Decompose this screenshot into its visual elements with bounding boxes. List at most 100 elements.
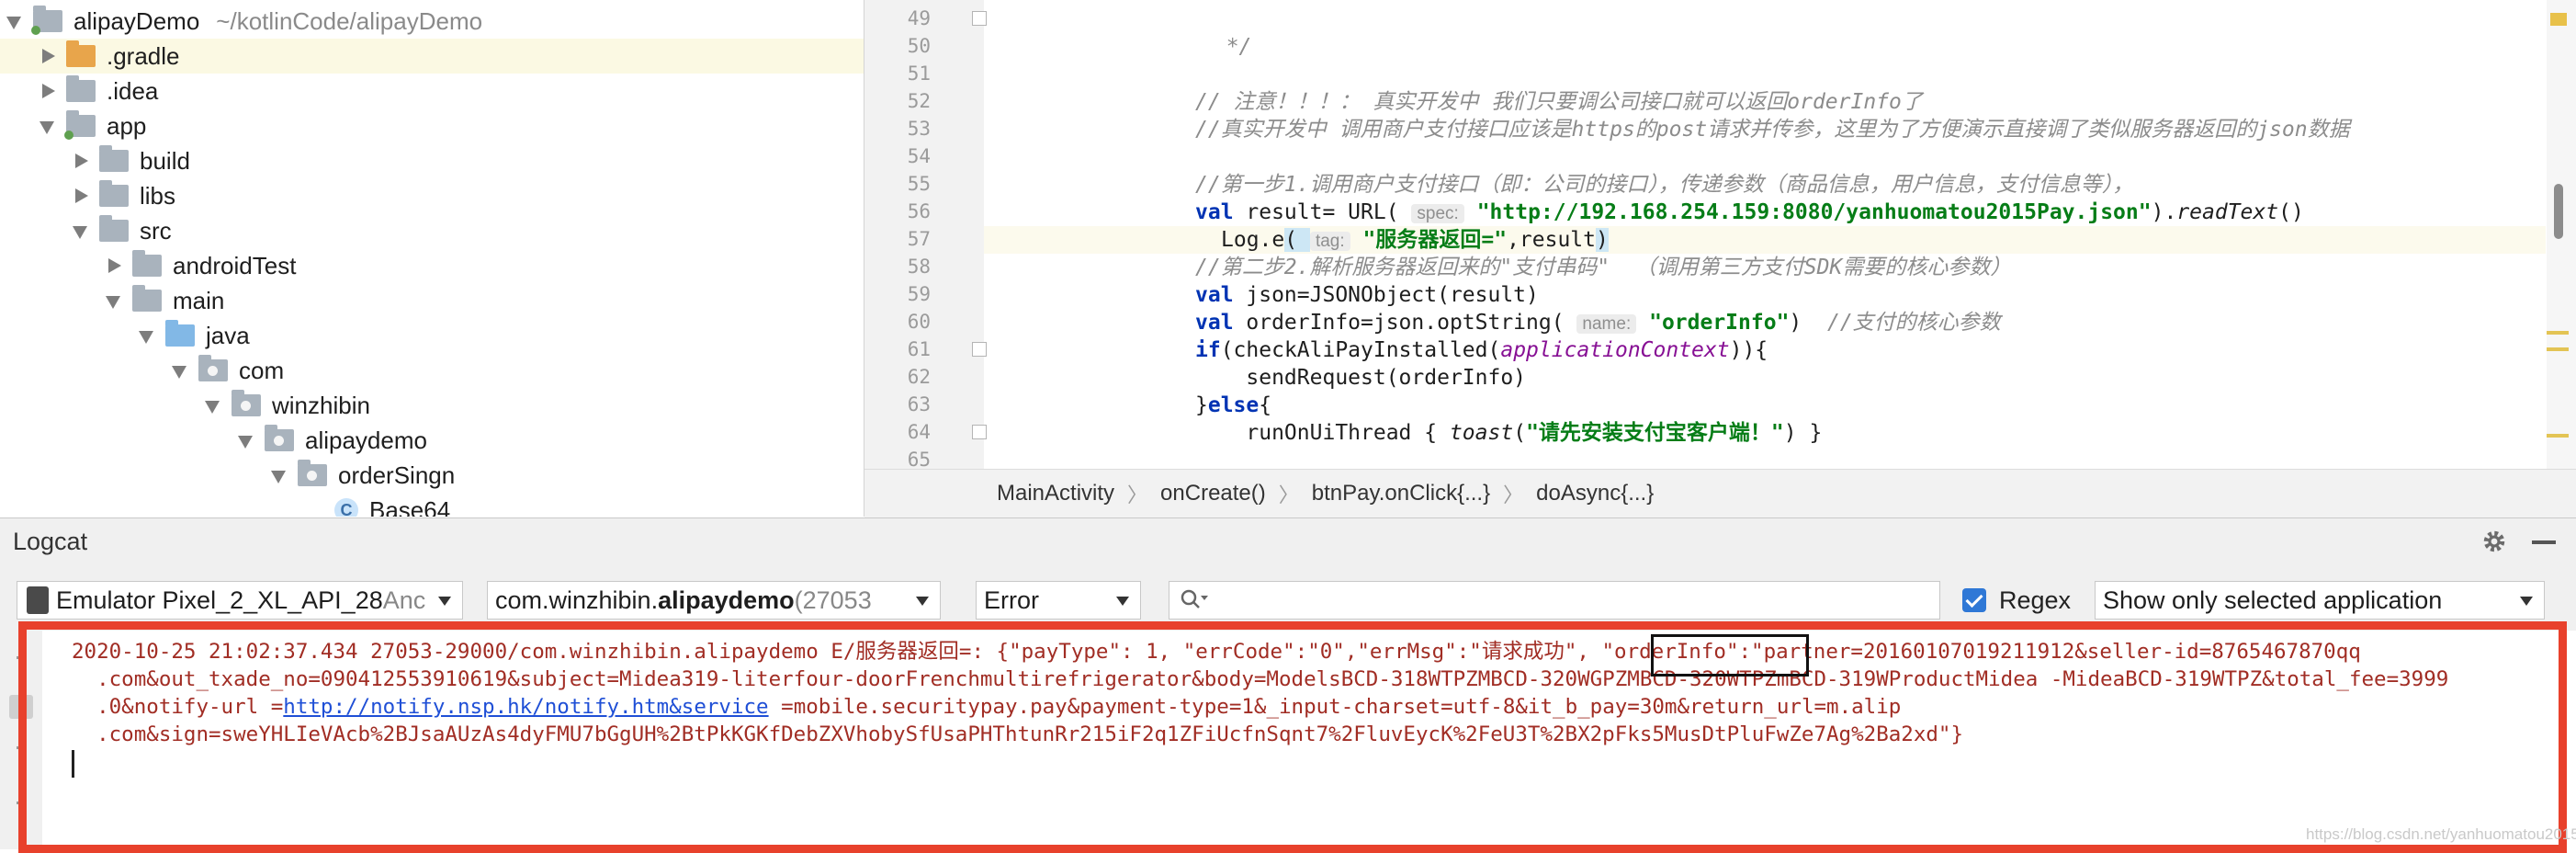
log-level-select[interactable]: Error <box>976 581 1141 620</box>
scroll-mark[interactable] <box>2547 434 2569 438</box>
warning-marker-icon[interactable] <box>2550 13 2567 26</box>
module-folder-icon <box>31 6 62 35</box>
line-number: 60 <box>907 311 931 333</box>
line-number: 50 <box>907 35 931 57</box>
tree-item-idea[interactable]: .idea <box>0 74 864 108</box>
tree-item-label: Base64 <box>369 495 451 517</box>
chevron-down-icon[interactable] <box>138 326 156 345</box>
code-line-55: //第一步1.调用商户支付接口（即：公司的接口），传递参数（商品信息，用户信息，… <box>1195 173 2134 197</box>
chevron-down-icon[interactable] <box>105 291 123 310</box>
tree-item-com[interactable]: com <box>0 353 864 388</box>
tree-item-ordersingn[interactable]: orderSingn <box>0 458 864 493</box>
tree-item-label: .gradle <box>107 41 180 70</box>
code-line-58: //第二步2.解析服务器返回来的"支付串码" （调用第三方支付SDK需要的核心参… <box>1195 256 2012 279</box>
tree-item-alipaydemo[interactable]: alipaydemo <box>0 423 864 458</box>
kotlin-class-icon: C <box>334 498 358 517</box>
tree-item-src[interactable]: src <box>0 213 864 248</box>
chevron-down-icon[interactable] <box>237 431 255 449</box>
project-tree: alipayDemo ~/kotlinCode/alipayDemo .grad… <box>0 0 864 517</box>
chevron-down-icon[interactable] <box>39 117 57 135</box>
tree-item-label: winzhibin <box>272 391 370 419</box>
chevron-down-icon <box>916 597 929 606</box>
search-icon[interactable] <box>1179 587 1210 613</box>
breadcrumb-separator-icon: 〉 <box>1127 483 1148 506</box>
scroll-thumb[interactable] <box>2554 184 2563 239</box>
chevron-right-icon[interactable] <box>72 187 90 205</box>
tree-item-app[interactable]: app <box>0 108 864 143</box>
line-number: 53 <box>907 118 931 140</box>
line-number: 51 <box>907 63 931 85</box>
line-number: 57 <box>907 228 931 250</box>
line-number: 65 <box>907 449 931 471</box>
line-number: 63 <box>907 393 931 415</box>
tree-item-label: libs <box>140 181 176 210</box>
logcat-title: Logcat <box>13 528 88 555</box>
tree-item-label: androidTest <box>173 251 297 279</box>
scroll-mark[interactable] <box>2547 347 2569 351</box>
code-line-61: if(checkAliPayInstalled(applicationConte… <box>1195 338 1768 362</box>
tree-item-label: com <box>239 356 285 384</box>
breadcrumb-item[interactable]: MainActivity <box>984 481 1127 506</box>
code-line-62: sendRequest(orderInfo) <box>1195 366 1527 390</box>
search-input[interactable] <box>1169 581 1940 620</box>
code-line-57-current: Log.e( tag: "服务器返回=",result) <box>984 226 2546 254</box>
chevron-right-icon[interactable] <box>39 82 57 100</box>
tree-item-label: .idea <box>107 76 159 105</box>
package-icon <box>232 390 261 416</box>
chevron-down-icon[interactable] <box>72 222 90 240</box>
regex-checkbox[interactable] <box>1962 588 1986 612</box>
breadcrumb-item[interactable]: btnPay.onClick{...} <box>1299 481 1503 506</box>
device-icon <box>27 586 49 614</box>
tree-item-label: java <box>206 321 250 349</box>
line-number: 52 <box>907 90 931 112</box>
tree-item-libs[interactable]: libs <box>0 178 864 213</box>
tree-item-label: alipaydemo <box>305 426 427 454</box>
tree-item-label: main <box>173 286 225 314</box>
package-icon <box>298 460 327 486</box>
line-number: 61 <box>907 338 931 360</box>
line-number: 58 <box>907 256 931 278</box>
line-number: 56 <box>907 200 931 222</box>
tree-item-winzhibin[interactable]: winzhibin <box>0 388 864 423</box>
device-select[interactable]: Emulator Pixel_2_XL_API_28 Anc <box>17 581 463 620</box>
param-hint: spec: <box>1411 204 1464 223</box>
folder-icon <box>132 250 162 277</box>
chevron-down-icon[interactable] <box>171 361 189 380</box>
breadcrumb-item[interactable]: doAsync{...} <box>1523 481 1666 506</box>
folder-icon <box>99 180 129 207</box>
folder-icon <box>66 40 96 67</box>
chevron-right-icon[interactable] <box>72 152 90 170</box>
tree-item-base64[interactable]: C Base64 <box>0 493 864 517</box>
chevron-right-icon[interactable] <box>39 47 57 65</box>
watermark: https://blog.csdn.net/yanhuomatou2015 <box>2306 825 2576 843</box>
chevron-down-icon[interactable] <box>6 12 24 30</box>
highlight-frame <box>18 621 2567 853</box>
tree-item-androidtest[interactable]: androidTest <box>0 248 864 283</box>
tree-item-label: src <box>140 216 172 245</box>
tree-item-build[interactable]: build <box>0 143 864 178</box>
chevron-down-icon <box>2520 597 2533 606</box>
logcat-header: Logcat <box>0 517 2576 565</box>
tree-item-root[interactable]: alipayDemo ~/kotlinCode/alipayDemo <box>0 4 864 39</box>
scroll-mark[interactable] <box>2547 331 2569 335</box>
process-select[interactable]: com.winzhibin. alipaydemo (27053 <box>487 581 941 620</box>
tree-item-label: build <box>140 146 190 175</box>
chevron-down-icon <box>438 597 451 606</box>
code-line-53: //真实开发中 调用商户支付接口应该是https的post请求并传参，这里为了方… <box>1195 118 2350 142</box>
breadcrumb-item[interactable]: onCreate() <box>1147 481 1279 506</box>
gear-icon[interactable] <box>2480 528 2508 555</box>
code-line-64: runOnUiThread { toast("请先安装支付宝客户端！") } <box>1195 421 1823 445</box>
param-hint: tag: <box>1309 232 1350 251</box>
tree-item-java[interactable]: java <box>0 318 864 353</box>
package-icon <box>265 425 294 451</box>
tree-item-gradle[interactable]: .gradle <box>0 39 864 74</box>
tree-item-main[interactable]: main <box>0 283 864 318</box>
editor-scrollbar[interactable] <box>2547 0 2576 469</box>
minimize-icon[interactable] <box>2532 540 2556 544</box>
chevron-right-icon[interactable] <box>105 256 123 275</box>
tree-root-label: alipayDemo <box>73 6 200 35</box>
chevron-down-icon[interactable] <box>270 466 288 484</box>
line-number: 49 <box>907 7 931 29</box>
chevron-down-icon[interactable] <box>204 396 222 415</box>
filter-select[interactable]: Show only selected application <box>2095 581 2545 620</box>
